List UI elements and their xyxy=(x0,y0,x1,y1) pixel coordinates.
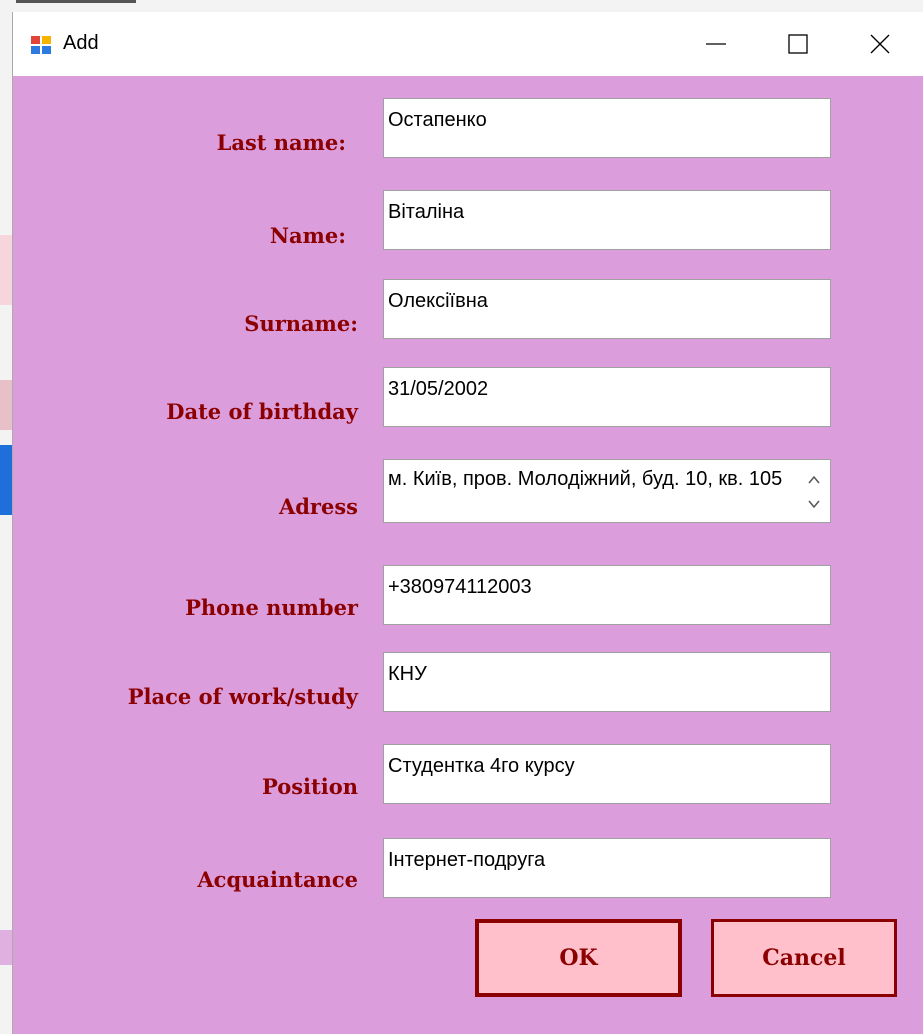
maximize-icon xyxy=(788,34,808,54)
place-of-work-study-label: Place of work/study xyxy=(127,684,358,709)
close-button[interactable] xyxy=(843,12,917,76)
window-title: Add xyxy=(63,32,99,54)
form-app-icon xyxy=(31,36,51,54)
adress-scrollbar[interactable] xyxy=(804,466,824,516)
scroll-up-icon[interactable] xyxy=(806,472,822,488)
adress-field[interactable]: м. Київ, пров. Молодіжний, буд. 10, кв. … xyxy=(383,459,831,523)
background-row-pink xyxy=(0,380,12,430)
surname-label: Surname: xyxy=(244,311,358,336)
ok-button[interactable]: OK xyxy=(475,919,682,997)
phone-number-field[interactable]: +380974112003 xyxy=(383,565,831,625)
name-field[interactable]: Віталіна xyxy=(383,190,831,250)
adress-field-text: м. Київ, пров. Молодіжний, буд. 10, кв. … xyxy=(388,468,783,490)
background-app-strip xyxy=(0,0,12,1034)
background-app-fragment xyxy=(16,0,136,11)
background-row-pink xyxy=(0,235,12,305)
minimize-button[interactable] xyxy=(679,12,753,76)
place-of-work-study-field[interactable]: КНУ xyxy=(383,652,831,712)
acquaintance-field[interactable]: Інтернет-подруга xyxy=(383,838,831,898)
scroll-down-icon[interactable] xyxy=(806,496,822,512)
minimize-icon xyxy=(706,43,726,45)
position-label: Position xyxy=(262,774,358,799)
phone-number-label: Phone number xyxy=(185,595,358,620)
date-of-birthday-field[interactable]: 31/05/2002 xyxy=(383,367,831,427)
background-app-top xyxy=(0,0,923,12)
adress-label: Adress xyxy=(278,494,358,519)
name-label: Name: xyxy=(269,223,346,248)
last-name-field[interactable]: Остапенко xyxy=(383,98,831,158)
cancel-button[interactable]: Cancel xyxy=(711,919,897,997)
add-dialog: Add Last name: Name: Surname: Date of bi… xyxy=(12,12,923,1034)
last-name-label: Last name: xyxy=(216,130,346,155)
close-icon xyxy=(870,34,890,54)
position-field[interactable]: Студентка 4го курсу xyxy=(383,744,831,804)
background-row-selected xyxy=(0,445,12,515)
maximize-button[interactable] xyxy=(761,12,835,76)
title-bar: Add xyxy=(13,12,923,76)
surname-field[interactable]: Олексіївна xyxy=(383,279,831,339)
background-row-purple xyxy=(0,930,12,965)
date-of-birthday-label: Date of birthday xyxy=(166,399,358,424)
acquaintance-label: Acquaintance xyxy=(197,867,358,892)
